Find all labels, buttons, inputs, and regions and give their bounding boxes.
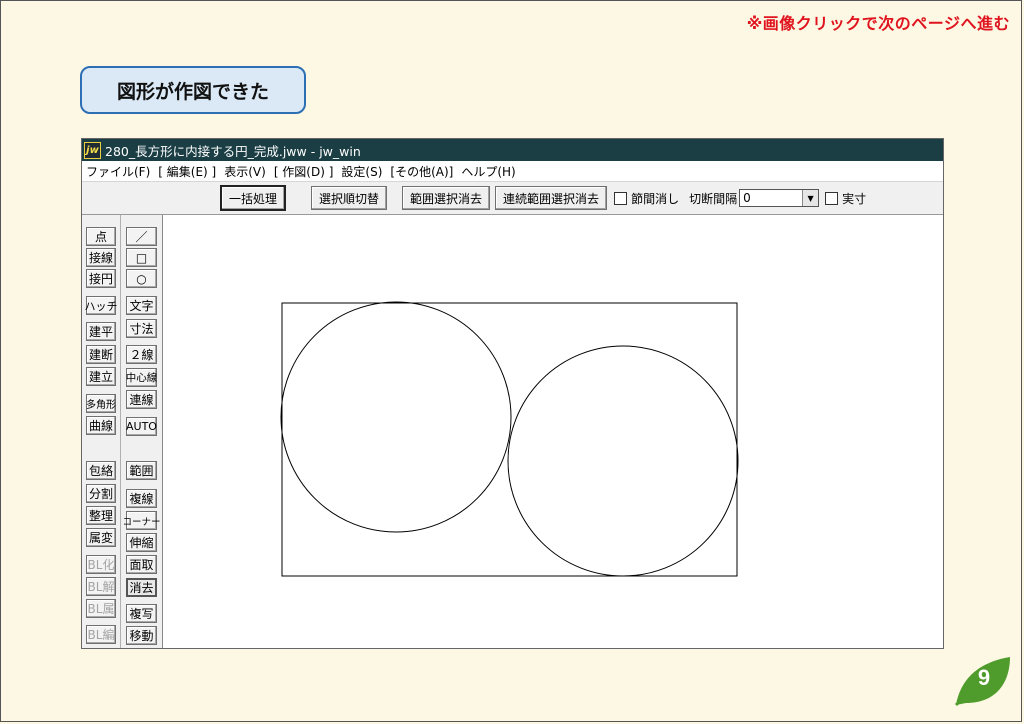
cut-interval-combo[interactable]: 0 ▼ [739, 189, 820, 207]
node-erase-checkbox[interactable] [614, 191, 628, 205]
menu-view[interactable]: 表示(V) [224, 163, 266, 180]
tool-arch-section[interactable]: 建断 [86, 345, 116, 364]
menu-file[interactable]: ファイル(F) [86, 163, 150, 180]
tool-center-line[interactable]: 中心線 [126, 368, 157, 387]
tool-curve[interactable]: 曲線 [86, 416, 116, 435]
batch-process-button[interactable]: 一括処理 [220, 185, 287, 211]
jw-app-icon: jw [84, 141, 101, 159]
tool-offset-line[interactable]: 複線 [126, 489, 157, 508]
tool-stretch[interactable]: 伸縮 [126, 533, 157, 552]
tool-rectangle[interactable]: □ [126, 248, 157, 267]
tool-erase[interactable]: 消去 [126, 578, 157, 597]
palette-divider [120, 215, 121, 648]
tool-bl-make: BL化 [86, 555, 116, 574]
drawn-circle-left [280, 301, 512, 533]
page-number: 9 [977, 665, 991, 690]
tool-hatch[interactable]: ハッチ [85, 296, 118, 315]
tool-double-line[interactable]: ２線 [126, 345, 157, 364]
menubar: ファイル(F) [ 編集(E) ] 表示(V) [ 作図(D) ] 設定(S) … [82, 161, 943, 182]
actual-size-option[interactable]: 実寸 [823, 190, 866, 207]
actual-size-label: 実寸 [842, 191, 867, 206]
window-title: 280_長方形に内接する円_完成.jww - jw_win [105, 143, 361, 159]
tool-tangent-line[interactable]: 接線 [86, 248, 116, 267]
tool-range[interactable]: 範囲 [126, 461, 157, 480]
tool-arrange[interactable]: 整理 [86, 506, 116, 525]
tool-envelope[interactable]: 包絡 [86, 461, 116, 480]
tool-corner[interactable]: コーナー [123, 511, 161, 530]
drawn-circle-right [507, 345, 739, 577]
drawing-svg [280, 301, 739, 577]
tool-circle[interactable]: ○ [126, 269, 157, 288]
menu-edit[interactable]: [ 編集(E) ] [158, 163, 216, 180]
tool-move[interactable]: 移動 [126, 626, 157, 645]
tool-auto[interactable]: AUTO [126, 417, 157, 436]
tool-chamfer[interactable]: 面取 [126, 555, 157, 574]
node-erase-label: 節間消し [631, 191, 680, 206]
tool-text[interactable]: 文字 [126, 296, 157, 315]
tool-polygon[interactable]: 多角形 [86, 394, 116, 413]
menu-help[interactable]: ヘルプ(H) [461, 163, 515, 180]
cut-interval-value: 0 [743, 191, 751, 205]
tool-dimension[interactable]: 寸法 [126, 319, 157, 338]
page-number-badge: 9 [952, 653, 1012, 713]
tool-palette: 点 接線 接円 ハッチ 建平 建断 建立 多角形 曲線 包絡 分割 整理 属変 … [82, 215, 162, 648]
tool-bl-attr: BL属 [86, 599, 116, 618]
dropdown-arrow-icon[interactable]: ▼ [802, 190, 819, 206]
menu-other[interactable]: [その他(A)] [390, 163, 453, 180]
tool-continuous-line[interactable]: 連線 [126, 390, 157, 409]
menu-settings[interactable]: 設定(S) [341, 163, 382, 180]
tool-point[interactable]: 点 [86, 227, 116, 246]
step-title-box: 図形が作図できた [80, 66, 306, 114]
tool-bl-edit: BL編 [86, 625, 116, 644]
clear-range-button[interactable]: 範囲選択消去 [402, 186, 491, 210]
select-order-button[interactable]: 選択順切替 [311, 186, 388, 210]
step-title: 図形が作図できた [116, 80, 269, 103]
tool-tangent-circle[interactable]: 接円 [86, 269, 116, 288]
tool-line[interactable]: ／ [126, 227, 157, 246]
erase-toolbar: 一括処理 選択順切替 範囲選択消去 連続範囲選択消去 節間消し 切断間隔 0 ▼… [82, 182, 943, 215]
drawn-rectangle [281, 302, 738, 577]
tool-change-attr[interactable]: 属変 [86, 528, 116, 547]
drawing-canvas[interactable] [162, 215, 943, 648]
node-erase-option[interactable]: 節間消し [612, 190, 679, 207]
tool-arch-plan[interactable]: 建平 [86, 322, 116, 341]
tool-arch-elevation[interactable]: 建立 [86, 367, 116, 386]
tool-divide[interactable]: 分割 [86, 484, 116, 503]
clear-continuous-range-button[interactable]: 連続範囲選択消去 [495, 186, 608, 210]
tool-bl-release: BL解 [86, 577, 116, 596]
tool-copy[interactable]: 複写 [126, 604, 157, 623]
cut-interval-label: 切断間隔 [689, 191, 738, 206]
next-page-hint[interactable]: ※画像クリックで次のページへ進む [747, 10, 1010, 34]
titlebar[interactable]: jw 280_長方形に内接する円_完成.jww - jw_win [82, 139, 943, 161]
jw-win-window: jw 280_長方形に内接する円_完成.jww - jw_win ファイル(F)… [81, 138, 944, 649]
actual-size-checkbox[interactable] [825, 191, 839, 205]
menu-draw[interactable]: [ 作図(D) ] [274, 163, 334, 180]
